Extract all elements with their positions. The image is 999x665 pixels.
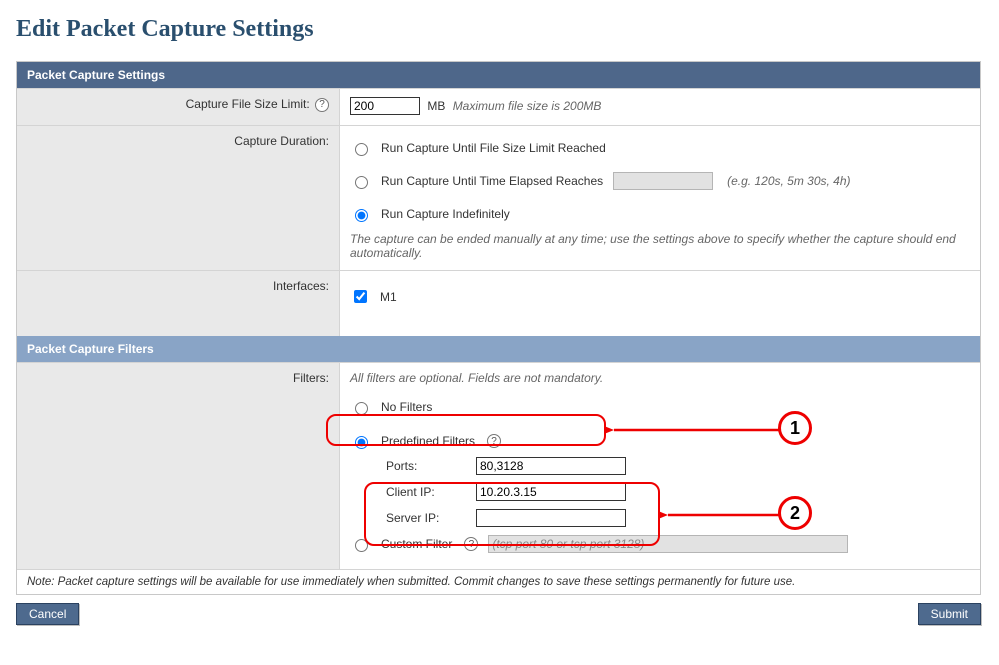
server-ip-label: Server IP:	[386, 511, 476, 525]
footer-note: Note: Packet capture settings will be av…	[17, 569, 980, 594]
ports-input[interactable]	[476, 457, 626, 475]
interface-label-m1: M1	[380, 290, 397, 304]
radio-indefinitely-label: Run Capture Indefinitely	[381, 207, 510, 221]
radio-until-time-label: Run Capture Until Time Elapsed Reaches	[381, 174, 603, 188]
duration-note: The capture can be ended manually at any…	[350, 232, 970, 260]
row-capture-size: Capture File Size Limit: ? MB Maximum fi…	[17, 88, 980, 125]
radio-until-size-label: Run Capture Until File Size Limit Reache…	[381, 141, 606, 155]
annotation-callout-2: 2	[778, 496, 812, 530]
settings-table: Packet Capture Settings Capture File Siz…	[16, 61, 981, 595]
radio-custom-filter[interactable]	[355, 539, 368, 552]
radio-predefined-filters-label: Predefined Filters	[381, 434, 475, 448]
custom-filter-input	[488, 535, 848, 553]
radio-no-filters-label: No Filters	[381, 400, 432, 414]
capture-size-input[interactable]	[350, 97, 420, 115]
help-icon[interactable]: ?	[487, 434, 501, 448]
annotation-number-2: 2	[790, 503, 800, 524]
label-filters: Filters:	[17, 363, 340, 569]
radio-until-time[interactable]	[355, 176, 368, 189]
ports-label: Ports:	[386, 459, 476, 473]
radio-until-size[interactable]	[355, 143, 368, 156]
help-icon[interactable]: ?	[464, 537, 478, 551]
row-interfaces: Interfaces: M1	[17, 270, 980, 336]
client-ip-label: Client IP:	[386, 485, 476, 499]
label-interfaces: Interfaces:	[17, 271, 340, 336]
capture-size-unit: MB	[427, 99, 445, 113]
radio-indefinitely[interactable]	[355, 209, 368, 222]
row-filters: Filters: All filters are optional. Field…	[17, 362, 980, 569]
label-capture-size: Capture File Size Limit: ?	[17, 89, 340, 125]
label-capture-duration: Capture Duration:	[17, 126, 340, 270]
submit-button[interactable]: Submit	[918, 603, 981, 625]
interface-checkbox-m1[interactable]	[354, 290, 367, 303]
client-ip-input[interactable]	[476, 483, 626, 501]
help-icon[interactable]: ?	[315, 98, 329, 112]
server-ip-input[interactable]	[476, 509, 626, 527]
time-elapsed-input	[613, 172, 713, 190]
time-elapsed-hint: (e.g. 120s, 5m 30s, 4h)	[727, 174, 850, 188]
cancel-button[interactable]: Cancel	[16, 603, 79, 625]
filters-intro: All filters are optional. Fields are not…	[350, 371, 970, 385]
radio-custom-filter-label: Custom Filter	[381, 537, 452, 551]
annotation-number-1: 1	[790, 418, 800, 439]
section-header-filters: Packet Capture Filters	[17, 336, 980, 362]
annotation-callout-1: 1	[778, 411, 812, 445]
label-capture-size-text: Capture File Size Limit:	[186, 97, 310, 111]
page-title: Edit Packet Capture Settings	[16, 16, 983, 43]
radio-no-filters[interactable]	[355, 402, 368, 415]
row-capture-duration: Capture Duration: Run Capture Until File…	[17, 125, 980, 270]
radio-predefined-filters[interactable]	[355, 436, 368, 449]
capture-size-hint: Maximum file size is 200MB	[453, 99, 602, 113]
section-header-settings: Packet Capture Settings	[17, 62, 980, 88]
